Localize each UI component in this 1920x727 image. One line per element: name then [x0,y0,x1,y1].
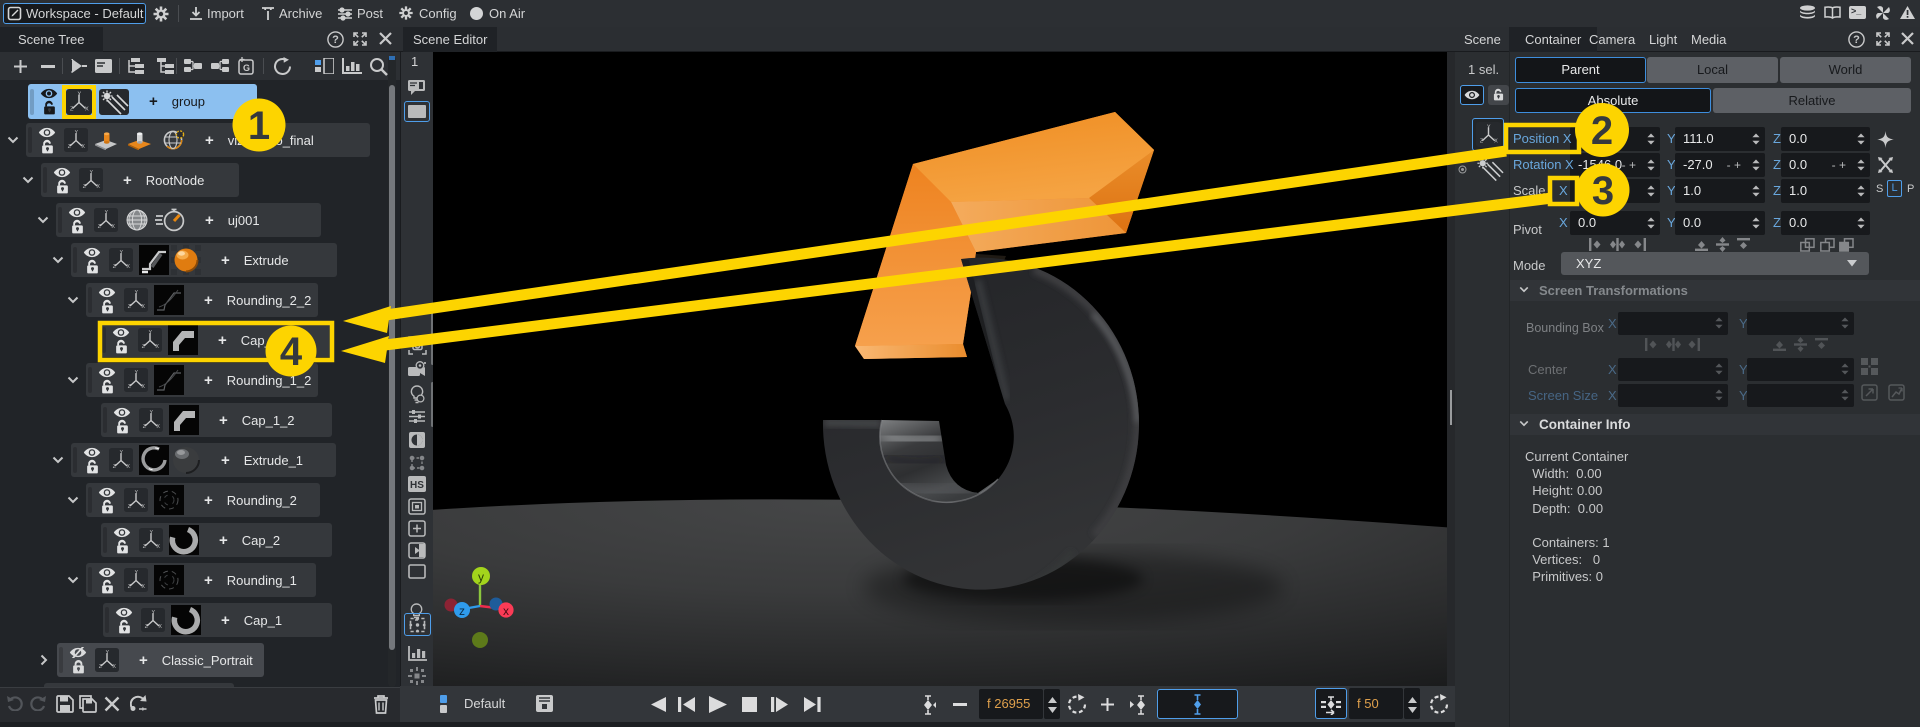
svg-text:HS: HS [410,480,424,491]
svg-text:x: x [503,604,509,618]
svg-text:y: y [478,570,484,584]
svg-text:?: ? [1853,34,1860,46]
svg-text:z: z [459,604,465,618]
svg-text:G: G [243,63,250,73]
svg-text:?: ? [332,34,339,46]
